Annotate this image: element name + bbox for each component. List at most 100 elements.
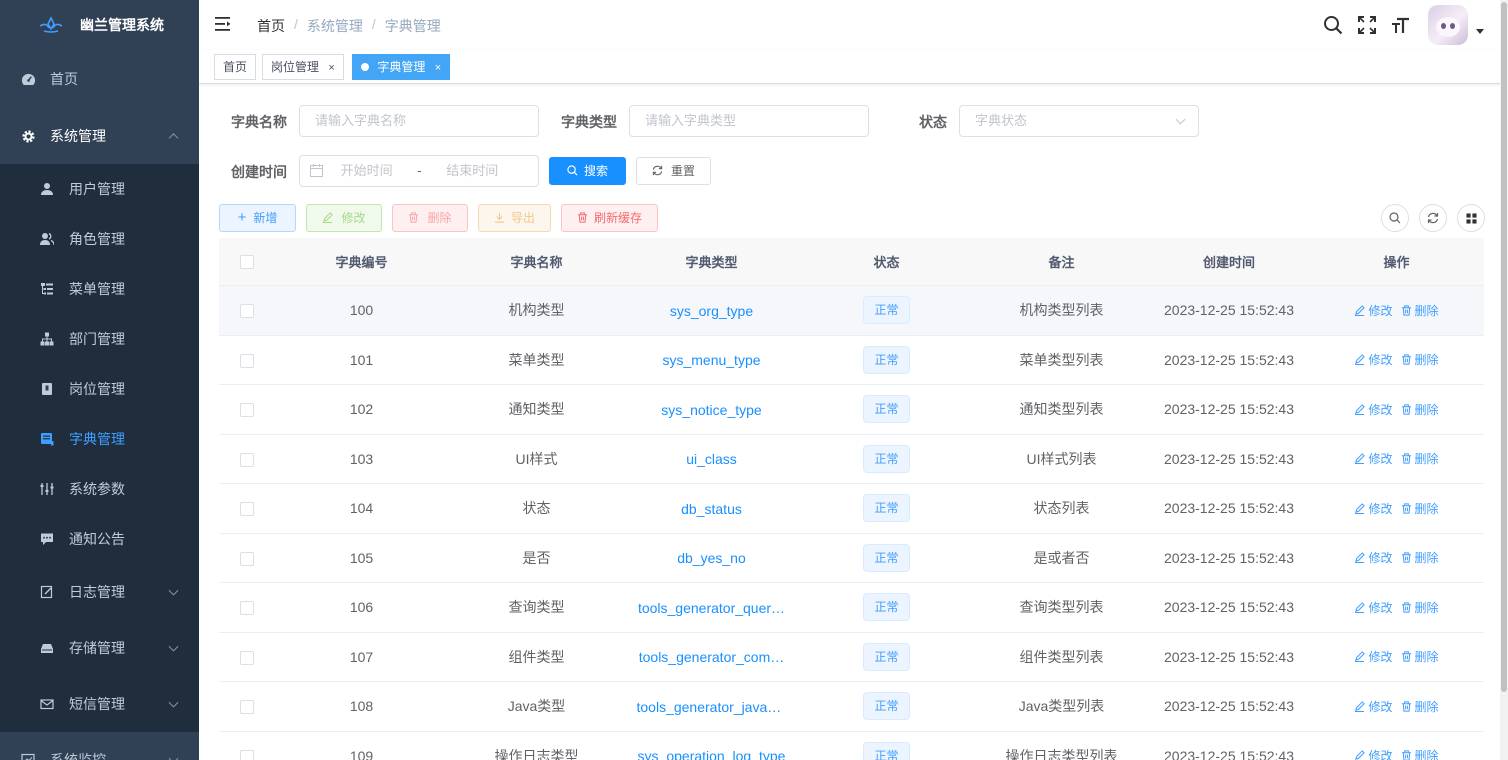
hamburger-icon[interactable]: [215, 16, 233, 32]
row-checkbox[interactable]: [239, 749, 254, 760]
sidebar-item-monitor[interactable]: 系统监控: [0, 732, 199, 760]
start-date-input[interactable]: 开始时间: [341, 163, 393, 178]
table-row[interactable]: 108 Java类型 tools_generator_java_… 正常 Java类型列…: [219, 682, 1484, 732]
row-delete-button[interactable]: 删除: [1401, 403, 1439, 417]
toggle-search-button[interactable]: [1381, 204, 1409, 232]
row-edit-button[interactable]: 修改: [1354, 551, 1393, 565]
row-checkbox[interactable]: [239, 551, 254, 566]
dict-type-link[interactable]: sys_menu_type: [662, 352, 760, 368]
search-button[interactable]: 搜索: [549, 157, 626, 185]
row-delete-button[interactable]: 删除: [1401, 749, 1439, 760]
row-edit-button[interactable]: 修改: [1354, 650, 1393, 664]
sidebar-item-post[interactable]: 岗位管理: [0, 364, 199, 414]
row-edit-button[interactable]: 修改: [1354, 452, 1393, 466]
sidebar-item-sms[interactable]: 短信管理: [0, 676, 199, 732]
delete-button[interactable]: 删除: [392, 204, 468, 232]
close-icon[interactable]: ×: [435, 62, 441, 74]
sidebar-item-dept[interactable]: 部门管理: [0, 314, 199, 364]
dict-type-link[interactable]: tools_generator_java_…: [637, 699, 787, 715]
sidebar-item-role[interactable]: 角色管理: [0, 214, 199, 264]
sidebar-item-user[interactable]: 用户管理: [0, 164, 199, 214]
row-edit-button[interactable]: 修改: [1354, 601, 1393, 615]
row-delete-button[interactable]: 删除: [1401, 452, 1439, 466]
row-delete-button[interactable]: 删除: [1401, 551, 1439, 565]
dict-type-link[interactable]: ui_class: [686, 451, 737, 467]
row-delete-button[interactable]: 删除: [1401, 700, 1439, 714]
table-row[interactable]: 105 是否 db_yes_no 正常 是或者否 2023-12-25 15:52:43 修…: [219, 534, 1484, 583]
sidebar-item-menu[interactable]: 菜单管理: [0, 264, 199, 314]
table-row[interactable]: 107 组件类型 tools_generator_com… 正常 组件类型列表 2023-…: [219, 633, 1484, 682]
dict-type-link[interactable]: tools_generator_com…: [639, 649, 785, 665]
message-icon: [40, 532, 54, 546]
page-scrollbar[interactable]: [1500, 0, 1508, 760]
create-time-cell: 2023-12-25 15:52:43: [1164, 648, 1294, 665]
select-all-checkbox[interactable]: [239, 255, 254, 270]
sidebar-item-home[interactable]: 首页: [0, 50, 199, 108]
dict-type-link[interactable]: db_yes_no: [677, 550, 746, 566]
caret-down-icon[interactable]: [1476, 28, 1484, 34]
table-row[interactable]: 103 UI样式 ui_class 正常 UI样式列表 2023-12-25 15:52:…: [219, 435, 1484, 484]
edit-button[interactable]: 修改: [306, 204, 382, 232]
dict-type-link[interactable]: tools_generator_quer…: [638, 600, 785, 616]
row-checkbox[interactable]: [239, 304, 254, 319]
row-edit-button[interactable]: 修改: [1354, 700, 1393, 714]
end-date-input[interactable]: 结束时间: [446, 163, 498, 178]
row-delete-button[interactable]: 删除: [1401, 601, 1439, 615]
sidebar-item-system[interactable]: 系统管理: [0, 108, 199, 164]
dict-type-link[interactable]: sys_operation_log_type: [638, 748, 786, 760]
column-settings-button[interactable]: [1457, 204, 1485, 232]
dict-type-link[interactable]: db_status: [681, 501, 742, 517]
close-icon[interactable]: ×: [328, 62, 334, 74]
fullscreen-icon[interactable]: [1350, 0, 1384, 50]
sidebar-item-config[interactable]: 系统参数: [0, 464, 199, 514]
row-edit-button[interactable]: 修改: [1354, 304, 1393, 318]
dict-type-input[interactable]: 请输入字典类型: [629, 105, 869, 137]
logo[interactable]: 幽兰管理系统: [0, 0, 199, 50]
row-delete-button[interactable]: 删除: [1401, 502, 1439, 516]
edit-icon: [1354, 551, 1368, 565]
row-edit-button[interactable]: 修改: [1354, 353, 1393, 367]
sidebar-item-storage[interactable]: 存储管理: [0, 620, 199, 676]
row-checkbox[interactable]: [239, 601, 254, 616]
font-size-icon[interactable]: [1384, 0, 1418, 50]
row-checkbox[interactable]: [239, 650, 254, 665]
row-edit-button[interactable]: 修改: [1354, 403, 1393, 417]
tag-post[interactable]: 岗位管理 ×: [262, 54, 344, 80]
add-button[interactable]: + 新增: [219, 204, 296, 232]
sidebar-item-log[interactable]: 日志管理: [0, 564, 199, 620]
refresh-table-button[interactable]: [1419, 204, 1447, 232]
status-select[interactable]: 字典状态: [959, 105, 1199, 137]
reset-button[interactable]: 重置: [636, 157, 711, 185]
main-content: 字典名称 请输入字典名称 字典类型 请输入字典类型 状态 字典状态 创建时间 开…: [199, 84, 1500, 760]
row-delete-button[interactable]: 删除: [1401, 650, 1439, 664]
refresh-cache-button[interactable]: 刷新缓存: [561, 204, 658, 232]
table-row[interactable]: 101 菜单类型 sys_menu_type 正常 菜单类型列表 2023-12-25 1…: [219, 336, 1484, 385]
search-icon[interactable]: [1316, 0, 1350, 50]
dict-type-link[interactable]: sys_notice_type: [661, 402, 761, 418]
row-checkbox[interactable]: [239, 502, 254, 517]
row-edit-button[interactable]: 修改: [1354, 502, 1393, 516]
tag-home[interactable]: 首页: [214, 54, 257, 80]
date-range-picker[interactable]: 开始时间 - 结束时间: [299, 155, 539, 187]
row-checkbox[interactable]: [239, 353, 254, 368]
export-button[interactable]: 导出: [478, 204, 551, 232]
sidebar-item-dict[interactable]: 字典管理: [0, 414, 199, 464]
table-row[interactable]: 106 查询类型 tools_generator_quer… 正常 查询类型列表 2023…: [219, 583, 1484, 633]
table-row[interactable]: 104 状态 db_status 正常 状态列表 2023-12-25 15:52:43 修…: [219, 484, 1484, 534]
table-row[interactable]: 100 机构类型 sys_org_type 正常 机构类型列表 2023-12-25 15…: [219, 286, 1484, 336]
table-row[interactable]: 102 通知类型 sys_notice_type 正常 通知类型列表 2023-12-25…: [219, 385, 1484, 435]
row-checkbox[interactable]: [239, 452, 254, 467]
tag-dict[interactable]: 字典管理 ×: [352, 54, 451, 80]
row-checkbox[interactable]: [239, 700, 254, 715]
dict-name-input[interactable]: 请输入字典名称: [299, 105, 539, 137]
avatar[interactable]: [1428, 5, 1468, 45]
row-delete-button[interactable]: 删除: [1401, 353, 1439, 367]
dict-type-link[interactable]: sys_org_type: [670, 303, 753, 319]
table-row[interactable]: 109 操作日志类型 sys_operation_log_type 正常 操作日志类型列…: [219, 732, 1484, 760]
row-checkbox[interactable]: [239, 403, 254, 418]
sidebar-item-notice[interactable]: 通知公告: [0, 514, 199, 564]
breadcrumb-item[interactable]: 首页: [257, 16, 285, 36]
row-edit-button[interactable]: 修改: [1354, 749, 1393, 760]
row-delete-button[interactable]: 删除: [1401, 304, 1439, 318]
dict-name-label: 字典名称: [231, 114, 287, 130]
